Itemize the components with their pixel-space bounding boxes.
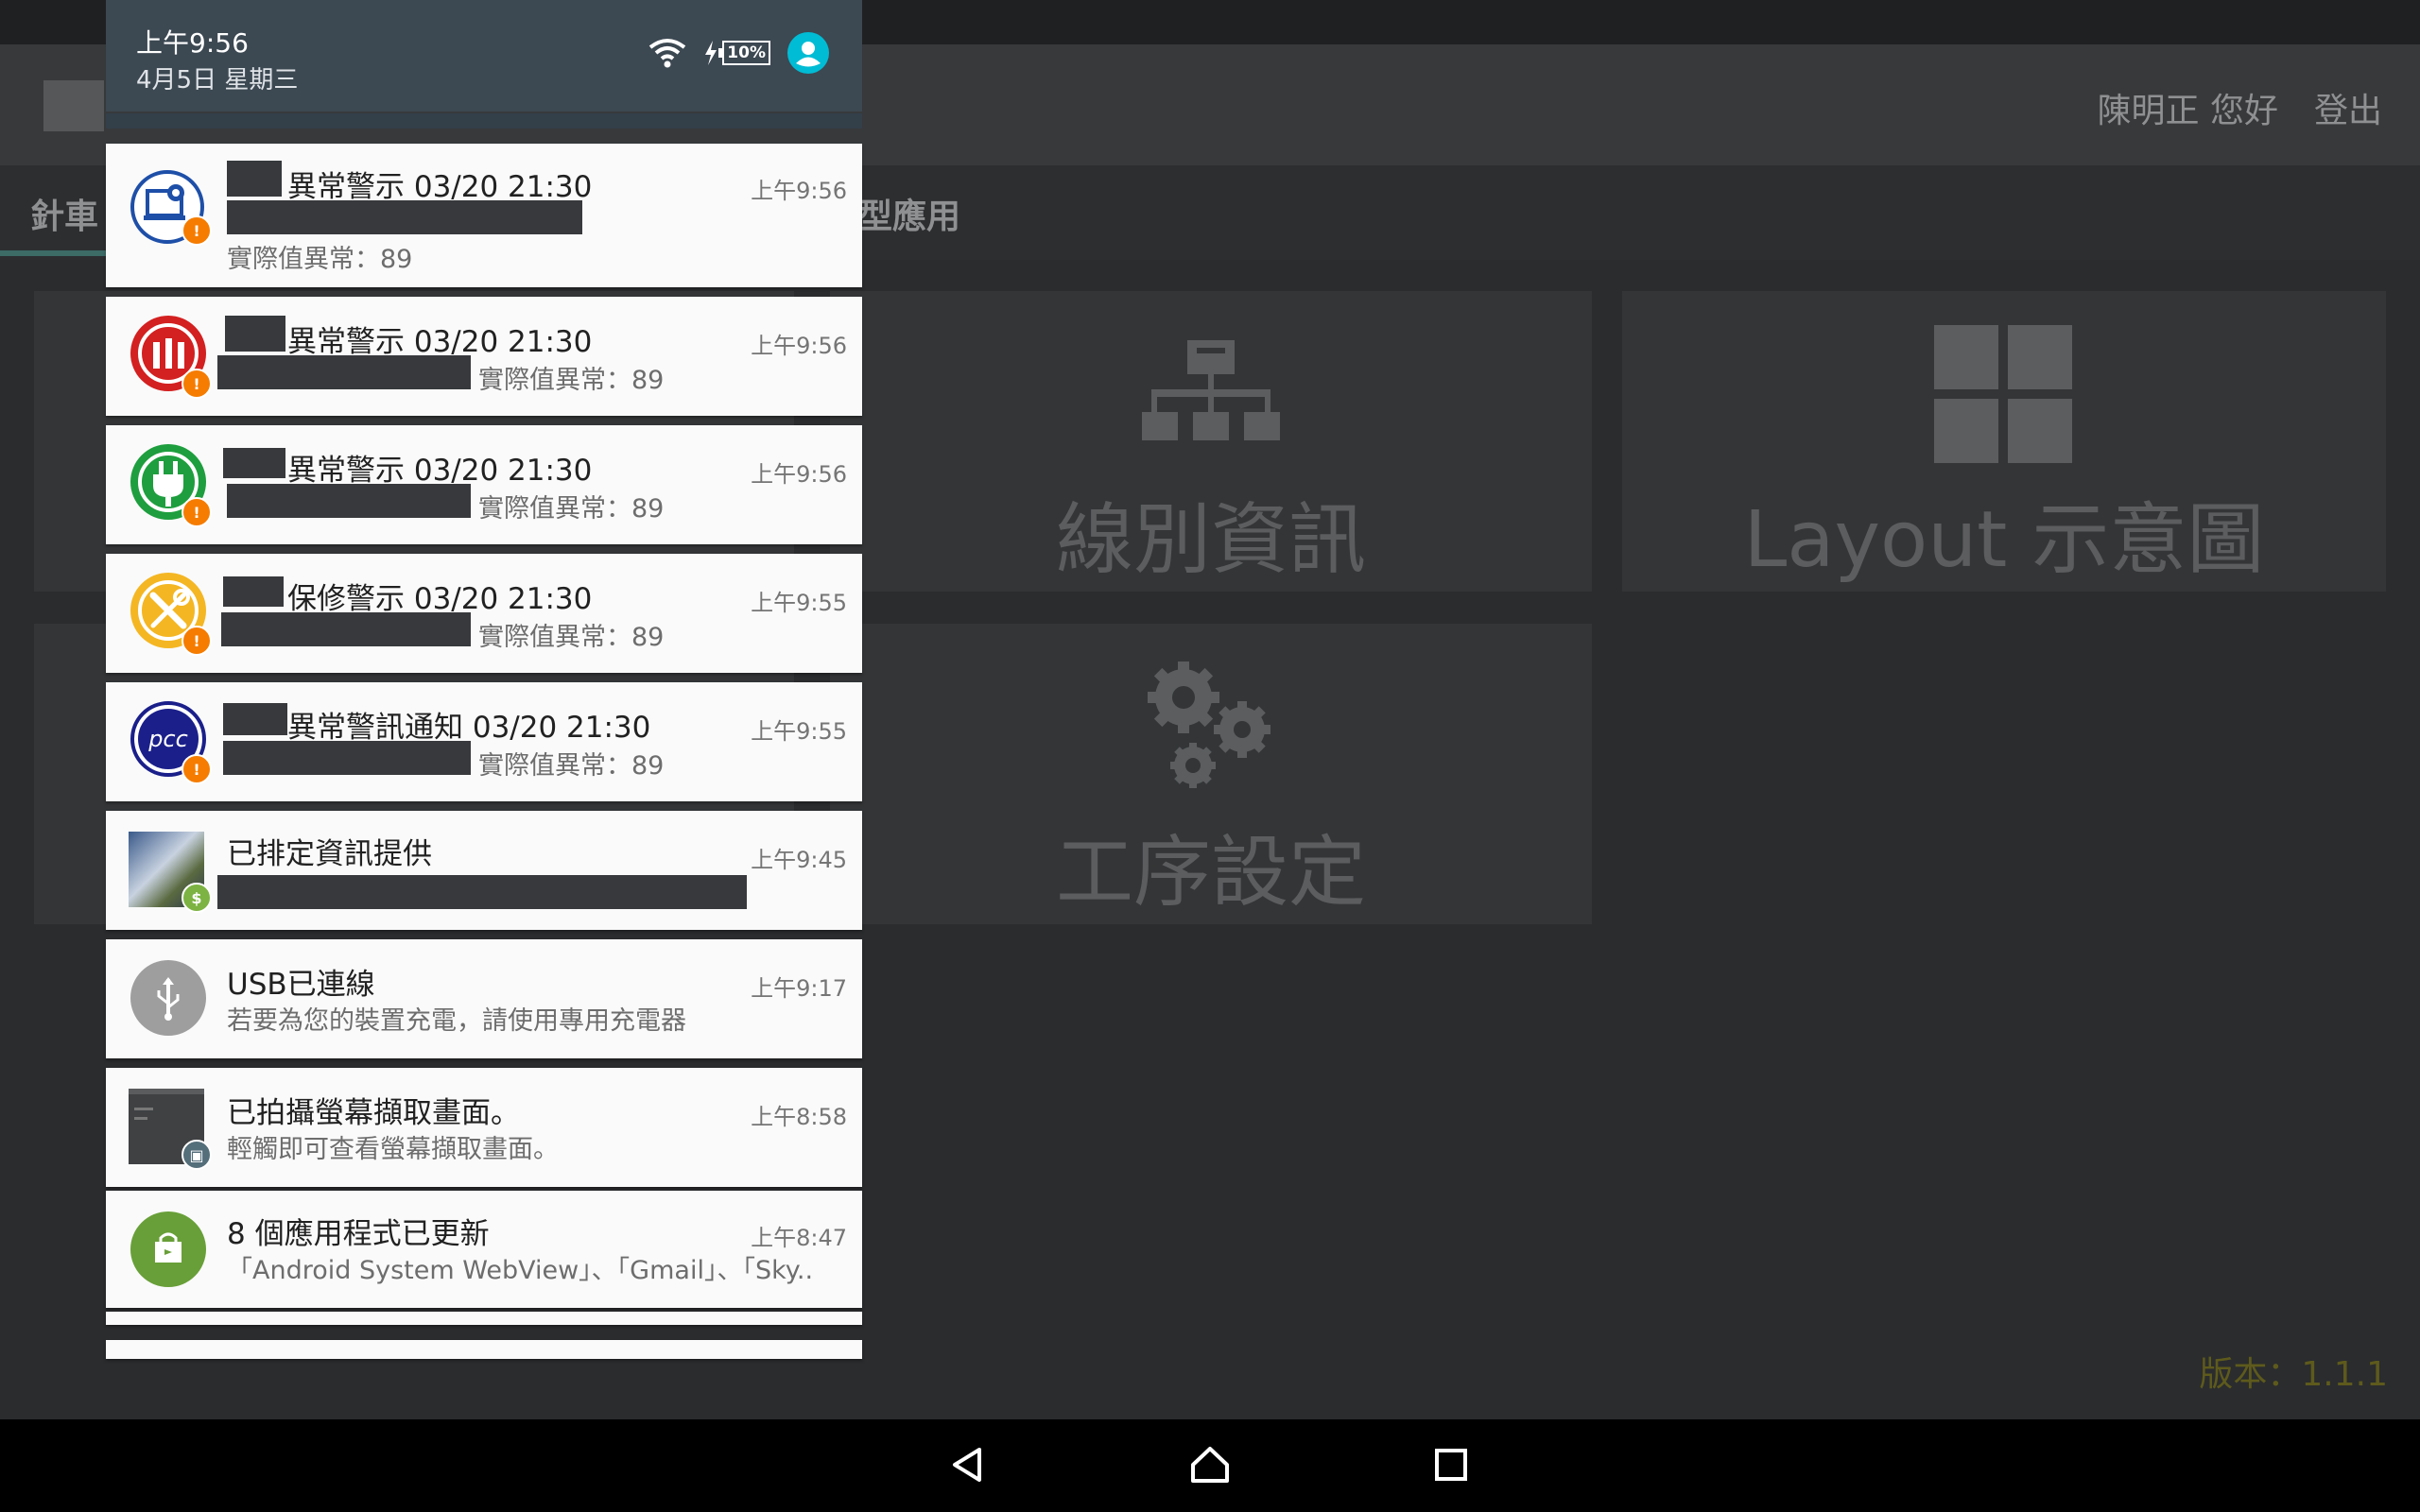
notification-text: 輕觸即可查看螢幕擷取畫面。	[227, 1135, 559, 1164]
version-label: 版本：1.1.1	[2199, 1355, 2388, 1394]
notification-item[interactable]: ! 異常警示 03/20 21:30 上午9:56 實際值異常：89	[106, 297, 862, 416]
back-button[interactable]	[940, 1436, 996, 1493]
notification-item[interactable]: ▣ 已拍攝螢幕擷取畫面。 上午8:58 輕觸即可查看螢幕擷取畫面。	[106, 1068, 862, 1187]
redacted-block	[217, 875, 747, 909]
notification-time: 上午9:45	[751, 847, 847, 873]
image-badge-icon: ▣	[182, 1140, 212, 1170]
notification-time: 上午9:56	[751, 333, 847, 359]
alert-badge-icon: !	[182, 754, 212, 784]
network-hierarchy-icon	[1142, 340, 1280, 440]
schedule-badge-icon: $	[182, 883, 212, 913]
notification-title: 已排定資訊提供	[227, 837, 432, 871]
notification-text: 實際值異常：89	[227, 245, 413, 274]
shade-header-divider	[106, 113, 862, 129]
redacted-block	[223, 448, 285, 478]
notification-text: 「Android System WebView」、「Gmail」、「Sky..	[227, 1256, 814, 1285]
alert-badge-icon: !	[182, 369, 212, 399]
notification-title: 保修警示 03/20 21:30	[287, 582, 593, 616]
notification-title: 異常警示 03/20 21:30	[287, 325, 593, 359]
shade-header: 上午9:56 4月5日 星期三 10%	[106, 0, 862, 112]
notification-text: 實際值異常：89	[478, 623, 665, 652]
notification-time: 上午8:47	[751, 1225, 847, 1251]
notification-item[interactable]: ! 異常警示 03/20 21:30 上午9:56 實際值異常：89	[106, 425, 862, 544]
notification-title: 異常警示 03/20 21:30	[287, 170, 593, 204]
tile-process-settings[interactable]: 工序設定	[830, 624, 1592, 924]
clock: 上午9:56	[136, 27, 249, 59]
user-avatar-icon[interactable]	[787, 32, 829, 74]
wifi-icon	[649, 39, 686, 68]
notification-item[interactable]: $ 已排定資訊提供 上午9:45	[106, 811, 862, 930]
user-greeting: 陳明正 您好	[2097, 92, 2278, 130]
date[interactable]: 4月5日 星期三	[136, 60, 298, 95]
notification-item[interactable]: 8 個應用程式已更新 上午8:47 「Android System WebVie…	[106, 1191, 862, 1308]
redacted-block	[227, 484, 471, 518]
home-button[interactable]	[1182, 1436, 1238, 1493]
notification-time: 上午9:17	[751, 975, 847, 1002]
collapsed-notification-stack[interactable]	[106, 1312, 862, 1325]
redacted-block	[227, 161, 282, 197]
collapsed-notification-stack[interactable]	[106, 1340, 862, 1359]
notification-text: 若要為您的裝置充電，請使用專用充電器	[227, 1006, 686, 1036]
notification-title: 已拍攝螢幕擷取畫面。	[227, 1096, 520, 1130]
tile-line-info-label: 線別資訊	[1055, 495, 1366, 585]
redacted-block	[223, 703, 287, 735]
redacted-block	[217, 355, 471, 389]
home-icon	[1191, 1447, 1229, 1483]
tile-line-info[interactable]: 線別資訊	[830, 291, 1592, 592]
play-store-bag-icon	[130, 1211, 206, 1287]
grid-layout-icon	[1934, 325, 2072, 463]
tab-indicator	[0, 250, 123, 256]
redacted-block	[223, 576, 284, 607]
notification-time: 上午9:56	[751, 461, 847, 488]
tile-process-settings-label: 工序設定	[1055, 828, 1366, 918]
battery-level: 10%	[722, 41, 770, 65]
notification-item[interactable]: USB已連線 上午9:17 若要為您的裝置充電，請使用專用充電器	[106, 939, 862, 1058]
recents-button[interactable]	[1423, 1436, 1479, 1493]
notification-title: USB已連線	[227, 968, 375, 1002]
alert-badge-icon: !	[182, 626, 212, 656]
battery-indicator: 10%	[703, 41, 770, 65]
charging-bolt-icon	[705, 41, 717, 65]
notification-time: 上午9:55	[751, 718, 847, 745]
logout-button[interactable]: 登出	[2314, 83, 2382, 132]
redacted-block	[223, 741, 471, 775]
tab-needle-car[interactable]: 針車	[30, 189, 98, 238]
redacted-block	[227, 200, 582, 234]
notification-item[interactable]: ! 保修警示 03/20 21:30 上午9:55 實際值異常：89	[106, 554, 862, 673]
tile-layout-label: Layout 示意圖	[1743, 495, 2265, 585]
notification-shade[interactable]: 上午9:56 4月5日 星期三 10% ! 異常警示 03/20 21:30 上…	[106, 0, 862, 1361]
tab-application[interactable]: 型應用	[858, 189, 960, 238]
gears-icon	[1148, 662, 1270, 788]
notification-text: 實際值異常：89	[478, 494, 665, 524]
notification-title: 異常警示 03/20 21:30	[287, 454, 593, 488]
notification-time: 上午9:55	[751, 590, 847, 616]
tile-layout[interactable]: Layout 示意圖	[1622, 291, 2386, 592]
notification-title: 異常警訊通知 03/20 21:30	[287, 711, 651, 745]
notification-time: 上午9:56	[751, 178, 847, 204]
notification-text: 實際值異常：89	[478, 366, 665, 395]
notification-text: 實際值異常：89	[478, 751, 665, 781]
alert-badge-icon: !	[182, 215, 212, 246]
notification-item[interactable]: ! 異常警示 03/20 21:30 上午9:56 實際值異常：89	[106, 144, 862, 287]
recents-square-icon	[1435, 1449, 1467, 1481]
app-logo	[43, 80, 104, 131]
redacted-block	[221, 612, 471, 646]
redacted-block	[225, 316, 285, 352]
notification-title: 8 個應用程式已更新	[227, 1217, 490, 1251]
svg-text:pcc: pcc	[147, 726, 188, 752]
notification-time: 上午8:58	[751, 1104, 847, 1130]
notification-item[interactable]: pcc ! 異常警訊通知 03/20 21:30 上午9:55 實際值異常：89	[106, 682, 862, 801]
back-triangle-icon	[953, 1448, 981, 1482]
alert-badge-icon: !	[182, 497, 212, 527]
usb-icon	[130, 960, 206, 1036]
